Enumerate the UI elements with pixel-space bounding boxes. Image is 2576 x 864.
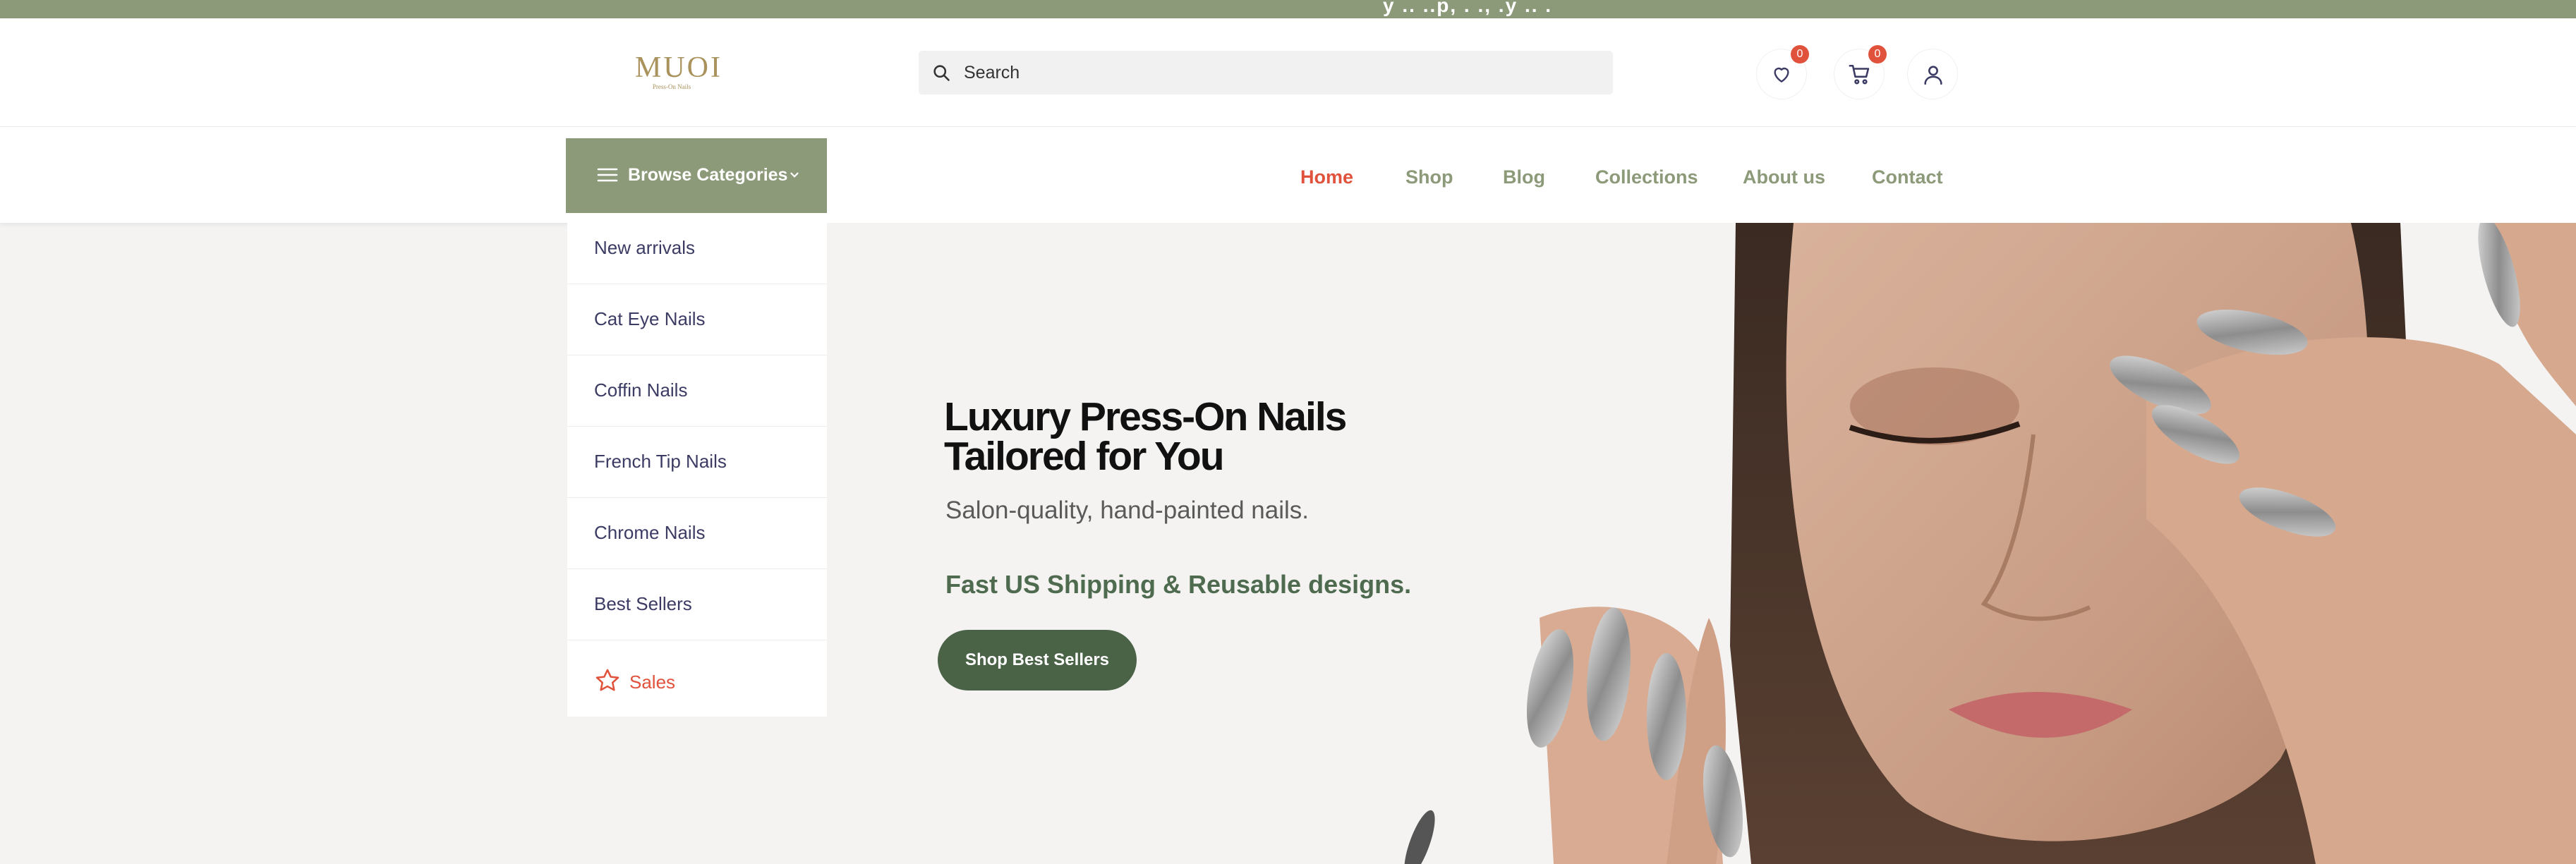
- categories-dropdown: New arrivals Cat Eye Nails Coffin Nails …: [567, 213, 827, 717]
- category-label: New arrivals: [594, 237, 696, 258]
- category-french-tip-nails[interactable]: French Tip Nails: [567, 427, 827, 498]
- chevron-down-icon: [790, 172, 799, 178]
- search-input[interactable]: [964, 51, 1599, 95]
- shop-best-sellers-button[interactable]: Shop Best Sellers: [938, 630, 1137, 690]
- nav-blog[interactable]: Blog: [1503, 166, 1545, 195]
- category-label: Coffin Nails: [594, 379, 688, 401]
- category-chrome-nails[interactable]: Chrome Nails: [567, 498, 827, 569]
- browse-categories-button[interactable]: Browse Categories: [566, 138, 827, 213]
- hero-title-line-1: Luxury Press-On Nails: [944, 394, 1347, 439]
- category-new-arrivals[interactable]: New arrivals: [567, 213, 827, 284]
- logo-wordmark: MUOI: [635, 51, 722, 84]
- user-icon: [1924, 66, 1942, 85]
- announcement-bar: y .. ..p, . ., .y .. .: [0, 0, 2576, 18]
- category-label: Cat Eye Nails: [594, 308, 706, 329]
- heart-icon: [1774, 67, 1789, 83]
- hero-subtitle: Salon-quality, hand-painted nails.: [945, 497, 1309, 524]
- nav-collections[interactable]: Collections: [1595, 166, 1698, 195]
- nav-shop[interactable]: Shop: [1405, 166, 1453, 195]
- category-coffin-nails[interactable]: Coffin Nails: [567, 355, 827, 427]
- search-bar[interactable]: [919, 51, 1613, 95]
- account-button[interactable]: [1908, 49, 1957, 99]
- wishlist-button[interactable]: 0: [1757, 45, 1809, 99]
- category-label: Chrome Nails: [594, 522, 706, 543]
- cart-button[interactable]: 0: [1834, 45, 1887, 99]
- category-sales[interactable]: Sales: [567, 640, 827, 717]
- hero-model-image: [1398, 223, 2576, 864]
- cart-count-badge: 0: [1868, 45, 1887, 63]
- category-label: French Tip Nails: [594, 451, 727, 472]
- announcement-text: y .. ..p, . ., .y .. .: [1383, 0, 1553, 16]
- menu-icon: [597, 168, 618, 182]
- wishlist-count-badge: 0: [1791, 45, 1809, 63]
- cart-icon: [1849, 64, 1870, 85]
- nav-about-us[interactable]: About us: [1743, 166, 1825, 195]
- category-best-sellers[interactable]: Best Sellers: [567, 569, 827, 640]
- main-navigation: Browse Categories Home Shop Blog Collect…: [0, 127, 2576, 223]
- nav-contact[interactable]: Contact: [1872, 166, 1943, 195]
- search-icon: [933, 65, 950, 81]
- page: y .. ..p, . ., .y .. . MUOI Press-On Nai…: [0, 0, 2576, 864]
- site-header: MUOI Press-On Nails 0 0: [0, 18, 2576, 127]
- category-cat-eye-nails[interactable]: Cat Eye Nails: [567, 284, 827, 355]
- logo-tagline: Press-On Nails: [652, 83, 691, 90]
- hero-shipping-note: Fast US Shipping & Reusable designs.: [945, 570, 1412, 599]
- star-icon: [595, 669, 619, 691]
- hero-title-line-2: Tailored for You: [944, 434, 1225, 479]
- category-label: Best Sellers: [594, 593, 692, 614]
- browse-categories-label: Browse Categories: [628, 165, 788, 185]
- hero-title: Luxury Press-On Nails Tailored for You: [944, 394, 1347, 479]
- category-label: Sales: [629, 671, 676, 693]
- nav-home[interactable]: Home: [1300, 166, 1353, 195]
- brand-logo[interactable]: MUOI Press-On Nails: [635, 51, 722, 93]
